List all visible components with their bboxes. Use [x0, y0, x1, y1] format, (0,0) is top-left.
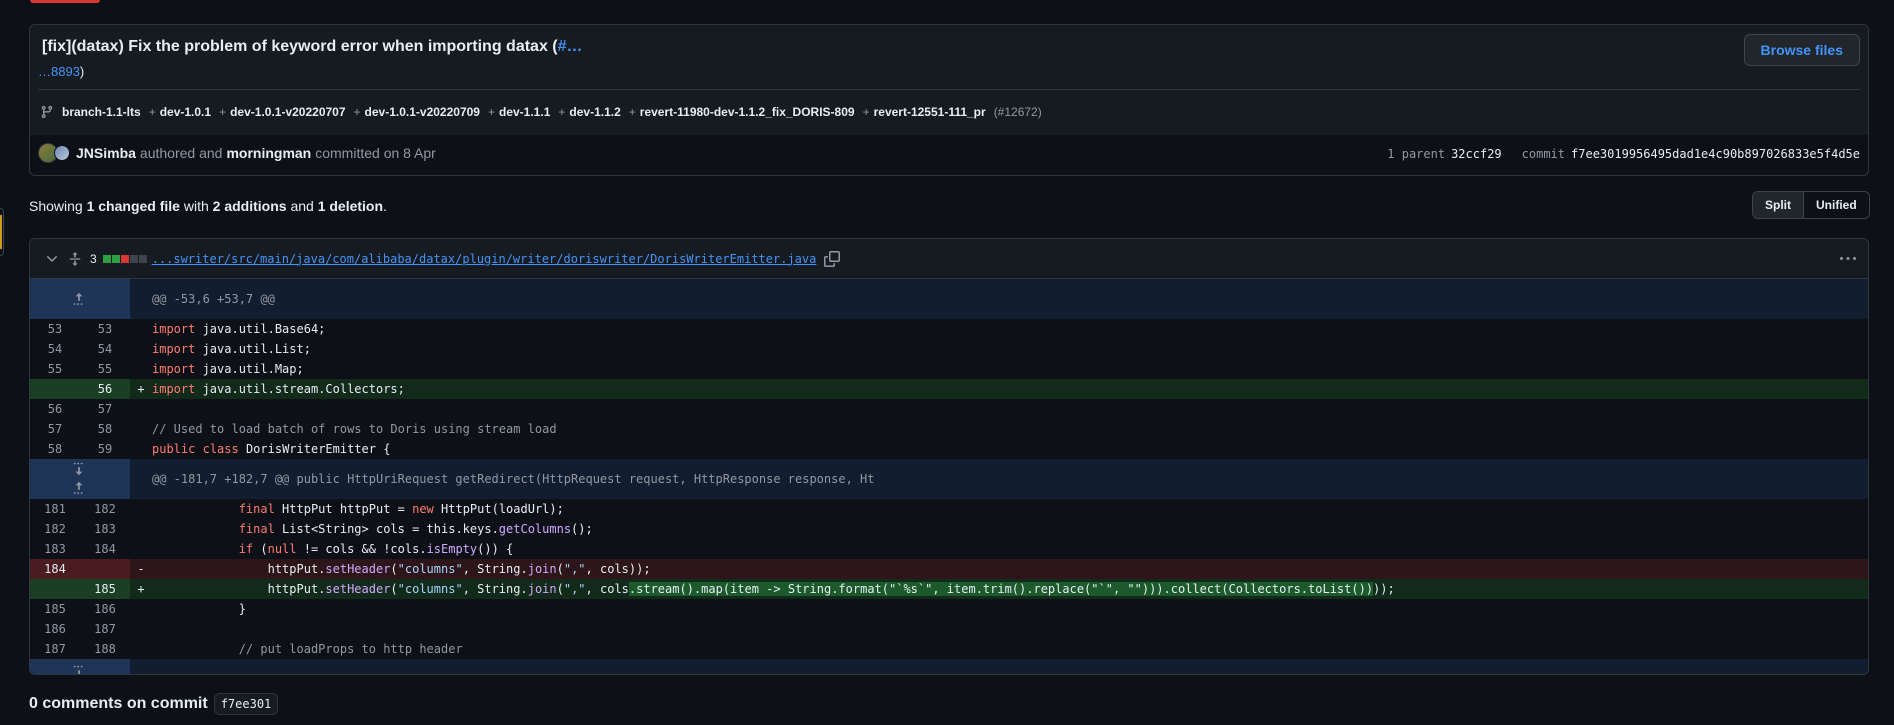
diff-line: 181 182 final HttpPut httpPut = new HttpP…	[44, 502, 564, 516]
commit-meta: 1 parent 32ccf29 commit f7ee3019956495da…	[1387, 147, 1860, 161]
diff-line: 187 188 // put loadProps to http header	[44, 642, 463, 656]
diffstat-block	[120, 254, 129, 263]
branch-link[interactable]: dev-1.0.1-v20220707	[230, 105, 345, 119]
hunk-header: @@ -181,7 +182,7 @@ public HttpUriReques…	[30, 459, 1868, 499]
diff-line: 57 58// Used to load batch of rows to Dor…	[47, 422, 557, 436]
commit-title: [fix](datax) Fix the problem of keyword …	[42, 38, 583, 55]
expand-down-icon	[73, 665, 83, 674]
copy-icon[interactable]	[824, 250, 841, 267]
hunk-header-text: @@ -53,6 +53,7 @@	[152, 292, 275, 306]
file-path-link[interactable]: ...swriter/src/main/java/com/alibaba/dat…	[152, 252, 817, 266]
branch-list: branch-1.1-lts + dev-1.0.1 + dev-1.0.1-v20…	[40, 105, 1042, 119]
branch-link[interactable]: revert-12551-111_pr	[874, 105, 986, 119]
diff-line: 182 183 final List<String> cols = this.ke…	[44, 522, 593, 536]
file-diff-header: 3 ...swriter/src/main/java/com/alibaba/d…	[30, 239, 1868, 279]
expand-both-button[interactable]	[30, 459, 130, 499]
author-link[interactable]: JNSimba	[76, 145, 136, 161]
commit-head-divider	[38, 89, 1860, 90]
commit-author-row: JNSimba authored and morningman committe…	[38, 143, 440, 163]
diff-line: 183 184 if (null != cols && !cols.isEmpty…	[44, 542, 514, 556]
top-accent-bar	[30, 0, 100, 3]
kebab-menu-icon[interactable]	[1840, 251, 1856, 267]
branch-link[interactable]: branch-1.1-lts	[62, 105, 141, 119]
diff-line-deleted: 184- httpPut.setHeader("columns", String…	[30, 559, 1868, 579]
diffstat-block	[138, 254, 147, 263]
diff-line: 53 53 import java.util.Base64;	[47, 322, 326, 336]
commit-sha-chip: f7ee301	[213, 693, 279, 715]
git-branch-icon	[41, 105, 53, 119]
diffstat-block	[111, 254, 120, 263]
diff-line: 55 55 import java.util.Map;	[47, 362, 304, 376]
expand-up-icon	[73, 292, 83, 305]
commit-head: [fix](datax) Fix the problem of keyword …	[30, 25, 1868, 135]
chevron-down-icon[interactable]	[44, 251, 60, 267]
commit-sha: f7ee3019956495dad1e4c90b897026833e5f4d5e	[1571, 147, 1860, 161]
diffstat-block	[129, 254, 138, 263]
commit-header-box: [fix](datax) Fix the problem of keyword …	[29, 24, 1869, 176]
file-diff: 3 ...swriter/src/main/java/com/alibaba/d…	[29, 238, 1869, 675]
diff-view-toggle: Split Unified	[1752, 191, 1870, 219]
expand-all-icon[interactable]	[68, 251, 82, 266]
commit-title-pr-link[interactable]: #…	[558, 38, 583, 55]
diff-line: 186 187	[44, 622, 116, 636]
committer-link[interactable]: morningman	[226, 145, 311, 161]
expand-down-button[interactable]	[30, 659, 130, 674]
diff-line: 58 59 public class DorisWriterEmitter {	[47, 442, 391, 456]
diff-line-added: 185 + httpPut.setHeader("columns", String…	[30, 579, 1868, 599]
diff-line: 56 57	[47, 402, 113, 416]
branch-link[interactable]: revert-11980-dev-1.1.2_fix_DORIS-809	[640, 105, 855, 119]
browse-files-button[interactable]: Browse files	[1743, 34, 1860, 66]
hunk-footer	[30, 659, 1868, 674]
committer-avatar[interactable]	[54, 145, 70, 161]
change-count: 3	[90, 251, 97, 266]
diff-summary: Showing 1 changed file with 2 additions …	[29, 198, 387, 214]
comments-heading: 0 comments on commit f7ee301	[29, 693, 279, 715]
diff-line-added: 56 + import java.util.stream.Collectors;	[30, 379, 1868, 399]
commit-pr-link[interactable]: …8893	[38, 64, 80, 79]
diffstat-bar	[102, 254, 148, 263]
branch-link[interactable]: dev-1.1.2	[569, 105, 620, 119]
parent-sha-link[interactable]: 32ccf29	[1451, 147, 1502, 161]
diffstat-block	[102, 254, 111, 263]
branch-link[interactable]: dev-1.0.1	[160, 105, 211, 119]
branch-link[interactable]: dev-1.1.1	[499, 105, 550, 119]
hunk-header-text: @@ -181,7 +182,7 @@ public HttpUriReques…	[152, 472, 875, 486]
diff-line: 185 186 }	[44, 602, 246, 616]
diff-table: @@ -53,6 +53,7 @@ 53 53 import java.util.B…	[30, 279, 1868, 674]
left-scroll-marker	[0, 208, 4, 256]
commit-title-continuation: …8893)	[38, 64, 85, 79]
expand-up-button[interactable]	[30, 279, 130, 319]
diff-line: 54 54 import java.util.List;	[47, 342, 311, 356]
unified-view-button[interactable]: Unified	[1804, 192, 1869, 218]
expand-down-icon	[73, 462, 83, 476]
pr-reference[interactable]: (#12672)	[994, 105, 1042, 119]
split-view-button[interactable]: Split	[1753, 192, 1804, 218]
expand-up-icon	[73, 481, 83, 494]
hunk-header: @@ -53,6 +53,7 @@	[30, 279, 1868, 319]
branch-link[interactable]: dev-1.0.1-v20220709	[365, 105, 480, 119]
